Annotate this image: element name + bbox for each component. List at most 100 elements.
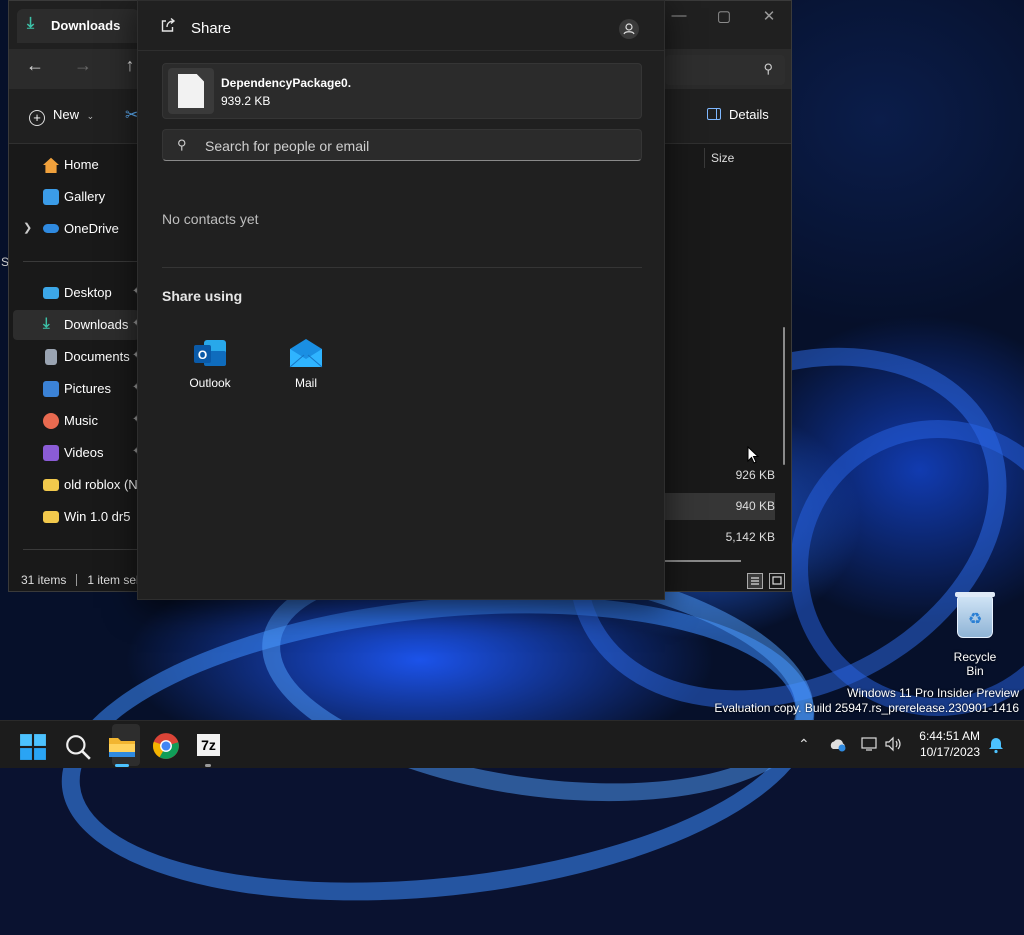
plus-icon: +: [29, 110, 45, 126]
active-app-indicator: [115, 764, 129, 767]
notification-bell-icon[interactable]: [988, 736, 1004, 754]
share-using-heading: Share using: [162, 288, 243, 304]
share-dialog: Share DependencyPackage0. 939.2 KB ⚲ No …: [137, 0, 665, 600]
details-button[interactable]: Details: [707, 107, 769, 122]
account-button[interactable]: [619, 19, 639, 39]
file-explorer-taskbar-button[interactable]: [108, 732, 136, 760]
share-app-outlook[interactable]: O Outlook: [170, 331, 250, 397]
vertical-scrollbar[interactable]: [783, 327, 785, 465]
sidebar-item-gallery[interactable]: Gallery: [13, 182, 139, 212]
recycle-bin[interactable]: ♻ Recycle Bin: [944, 592, 1006, 678]
clock-date: 10/17/2023: [919, 745, 980, 759]
sidebar-item-label: Documents: [64, 349, 130, 364]
minimize-button[interactable]: —: [659, 7, 699, 27]
sidebar-item-documents[interactable]: Documents ✦: [13, 342, 140, 372]
chevron-right-icon[interactable]: ❯: [23, 221, 32, 234]
share-app-label: Mail: [294, 376, 317, 390]
column-header-size[interactable]: Size: [704, 148, 785, 168]
mail-icon: [289, 339, 323, 368]
status-bar: 31 items 1 item sel: [21, 573, 139, 587]
item-count: 31 items: [21, 573, 67, 587]
share-app-mail[interactable]: Mail: [266, 331, 346, 397]
close-button[interactable]: ✕: [749, 7, 789, 27]
maximize-button[interactable]: ▢: [704, 7, 744, 27]
explorer-tab-label: Downloads: [51, 18, 121, 33]
details-pane-icon: [707, 108, 721, 120]
sidebar-item-label: Gallery: [64, 189, 106, 204]
sidebar-item-label: old roblox (Nc: [64, 477, 145, 492]
sidebar-item-label: Downloads: [64, 317, 129, 332]
file-size: 939.2 KB: [221, 94, 271, 108]
no-contacts-text: No contacts yet: [162, 211, 259, 227]
sidebar-item-label: Pictures: [64, 381, 111, 396]
sidebar-item-label: Videos: [64, 445, 104, 460]
desktop-icon: [43, 287, 59, 299]
people-search-box[interactable]: ⚲: [162, 129, 642, 161]
gallery-icon: [43, 189, 59, 205]
outlook-icon: O: [194, 340, 226, 366]
status-separator: [76, 574, 78, 586]
explorer-search-box[interactable]: ⚲: [665, 55, 785, 85]
download-icon: ⤓: [27, 15, 35, 32]
volume-icon[interactable]: [884, 736, 902, 752]
details-button-label: Details: [729, 107, 769, 122]
sidebar-divider: [23, 549, 137, 550]
file-thumbnail: [168, 68, 214, 114]
file-size-cell: 926 KB: [735, 468, 775, 482]
downloads-icon: ⤓: [43, 315, 50, 332]
documents-icon: [45, 349, 57, 365]
sidebar-item-videos[interactable]: Videos ✦: [13, 438, 140, 468]
watermark-edition: Windows 11 Pro Insider Preview: [847, 686, 1019, 700]
back-button[interactable]: ←: [23, 55, 47, 76]
recycle-bin-icon: ♻: [955, 592, 995, 638]
share-app-label: Outlook: [189, 376, 231, 390]
shared-file-card: DependencyPackage0. 939.2 KB: [162, 63, 642, 119]
sidebar-item-desktop[interactable]: Desktop ✦: [13, 278, 140, 308]
details-view-button[interactable]: [747, 573, 763, 589]
onedrive-tray-icon[interactable]: [829, 737, 847, 753]
start-button[interactable]: [19, 733, 47, 761]
large-icons-view-button[interactable]: [769, 573, 785, 589]
onedrive-icon: [43, 224, 59, 233]
network-icon[interactable]: [860, 736, 880, 752]
chrome-taskbar-button[interactable]: [152, 732, 180, 760]
search-button[interactable]: [64, 733, 92, 761]
file-icon: [178, 74, 204, 108]
person-icon: [623, 23, 635, 35]
forward-button[interactable]: →: [71, 55, 95, 76]
new-button[interactable]: + New ⌄: [29, 107, 94, 126]
folder-icon: [43, 511, 59, 523]
share-title: Share: [191, 20, 232, 37]
svg-text:O: O: [198, 348, 207, 362]
horizontal-scrollbar[interactable]: [665, 560, 741, 562]
show-hidden-icons-button[interactable]: ⌃: [798, 736, 810, 753]
svg-text:♻: ♻: [968, 609, 982, 628]
videos-icon: [43, 445, 59, 461]
search-icon: ⚲: [763, 61, 773, 76]
music-icon: [43, 413, 59, 429]
sidebar-item-label: OneDrive: [64, 221, 119, 236]
sidebar-item-home[interactable]: Home: [13, 150, 139, 180]
sidebar-item-old-roblox[interactable]: old roblox (Nc: [13, 470, 144, 500]
sidebar-item-downloads[interactable]: ⤓ Downloads ✦: [13, 310, 140, 340]
recycle-bin-label: Recycle Bin: [953, 650, 997, 678]
selection-count: 1 item sel: [87, 573, 139, 587]
home-icon: [43, 157, 59, 173]
sidebar-item-onedrive[interactable]: ❯ OneDrive: [13, 214, 139, 244]
sidebar-item-label: Desktop: [64, 285, 112, 300]
sidebar-item-music[interactable]: Music ✦: [13, 406, 140, 436]
people-search-input[interactable]: [203, 134, 627, 158]
explorer-tab-downloads[interactable]: ⤓ Downloads: [17, 9, 139, 43]
share-header: Share: [138, 1, 664, 51]
file-name: DependencyPackage0.: [221, 76, 352, 90]
mouse-cursor-icon: [747, 446, 760, 464]
share-divider: [162, 267, 642, 268]
sidebar-item-win-1-0[interactable]: Win 1.0 dr5: [13, 502, 139, 532]
sidebar-item-pictures[interactable]: Pictures ✦: [13, 374, 140, 404]
file-size-cell: 5,142 KB: [725, 530, 775, 544]
watermark-build: Evaluation copy. Build 25947.rs_prerelea…: [714, 701, 1019, 715]
running-app-indicator: [205, 764, 211, 767]
sevenzip-taskbar-button[interactable]: 7z: [197, 734, 220, 756]
folder-icon: [43, 479, 59, 491]
clock[interactable]: 6:44:51 AM 10/17/2023: [919, 728, 980, 760]
